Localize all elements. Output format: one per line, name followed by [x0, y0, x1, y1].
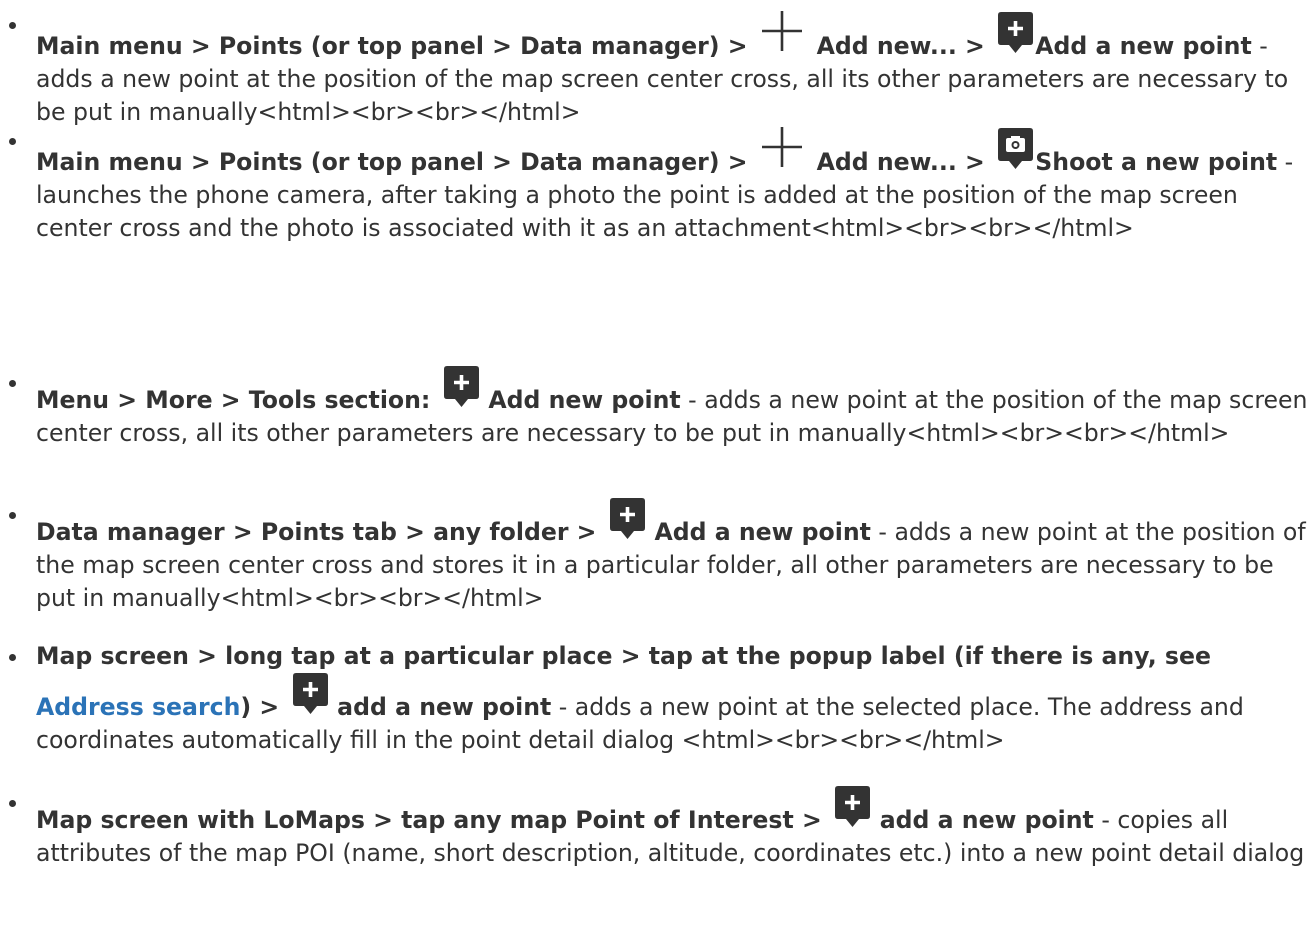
menu-action-label: add a new point: [337, 693, 552, 721]
menu-action-label: Shoot a new point: [1035, 148, 1278, 176]
plus-icon: [759, 8, 805, 54]
add-point-icon: [998, 12, 1034, 54]
list-item: Main menu > Points (or top panel > Data …: [9, 8, 1312, 129]
menu-action-label: Add a new point: [654, 518, 871, 546]
add-point-icon: [609, 498, 645, 540]
menu-path: Map screen > long tap at a particular pl…: [36, 642, 1211, 670]
list-item: Map screen > long tap at a particular pl…: [9, 640, 1312, 757]
menu-action-label: Add a new point: [1035, 32, 1252, 60]
menu-path: Main menu > Points (or top panel > Data …: [36, 32, 748, 60]
menu-path: Main menu > Points (or top panel > Data …: [36, 148, 748, 176]
menu-path-action: Add new... >: [816, 32, 985, 60]
list-item: Map screen with LoMaps > tap any map Poi…: [9, 786, 1312, 870]
menu-action-label: Add new point: [488, 386, 681, 414]
camera-point-icon: [998, 128, 1034, 170]
menu-path: Data manager > Points tab > any folder >: [36, 518, 597, 546]
menu-path: Menu > More > Tools section:: [36, 386, 431, 414]
add-point-icon: [443, 366, 479, 408]
menu-path: Map screen with LoMaps > tap any map Poi…: [36, 806, 822, 834]
add-point-icon: [835, 786, 871, 828]
menu-action-label: add a new point: [879, 806, 1094, 834]
menu-path-suffix: ) >: [240, 693, 280, 721]
plus-icon: [759, 124, 805, 170]
menu-path-action: Add new... >: [816, 148, 985, 176]
list-item: Menu > More > Tools section: Add new poi…: [9, 366, 1312, 450]
add-point-icon: [292, 673, 328, 715]
list-item: Data manager > Points tab > any folder >…: [9, 498, 1312, 615]
list-item: Main menu > Points (or top panel > Data …: [9, 124, 1312, 245]
address-search-link[interactable]: Address search: [36, 693, 240, 721]
